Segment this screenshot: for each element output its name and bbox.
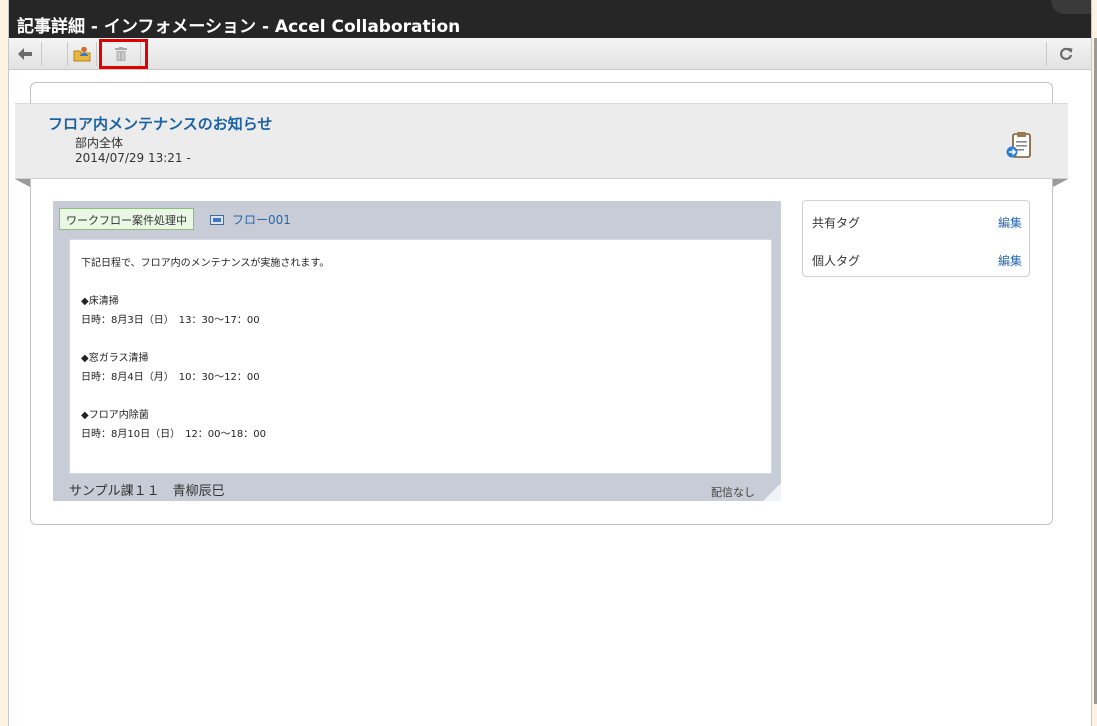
header-fold-right [1053, 179, 1068, 187]
personal-tags-row: 個人タグ 編集 [812, 252, 1022, 269]
workflow-flow-link[interactable]: フロー001 [210, 211, 291, 228]
refresh-button[interactable] [1054, 42, 1078, 66]
arrow-left-icon [18, 48, 32, 60]
clipboard-action-button[interactable] [1006, 131, 1032, 159]
shared-tags-label: 共有タグ [812, 216, 861, 230]
personal-tags-edit-link[interactable]: 編集 [998, 252, 1022, 269]
tags-panel: 共有タグ 編集 個人タグ 編集 [802, 200, 1030, 277]
body-blank-line [81, 330, 771, 349]
workflow-status-badge: ワークフロー案件処理中 [59, 208, 194, 230]
title-bar-corner [1051, 0, 1091, 14]
body-blank-line [81, 273, 771, 292]
toolbar [9, 38, 1091, 70]
flow-link-label: フロー001 [232, 213, 291, 227]
toolbar-divider [1046, 42, 1047, 66]
body-panel-fold [763, 483, 781, 501]
shared-tags-row: 共有タグ 編集 [812, 214, 1022, 231]
flow-document-icon [210, 214, 224, 225]
toolbar-divider [41, 42, 42, 66]
article-group: 部内全体 [75, 136, 124, 150]
article-author: サンプル課１１ 青柳辰巳 [69, 484, 225, 499]
back-button[interactable] [13, 42, 37, 66]
shared-tags-edit-link[interactable]: 編集 [998, 214, 1022, 231]
body-line: ◆窓ガラス清掃 [81, 353, 149, 364]
delivery-status: 配信なし [711, 486, 755, 499]
article-title: フロア内メンテナンスのお知らせ [48, 115, 273, 133]
folder-user-icon [73, 46, 91, 62]
article-body-text: 下記日程で、フロア内のメンテナンスが実施されます。 ◆床清掃 日時：8月3日（日… [69, 239, 772, 474]
toolbar-divider [96, 42, 97, 66]
clipboard-icon [1006, 132, 1031, 158]
window-title: 記事詳細 - インフォメーション - Accel Collaboration [17, 17, 461, 37]
header-fold-left [15, 179, 30, 187]
window-title-bar: 記事詳細 - インフォメーション - Accel Collaboration [9, 0, 1091, 38]
body-line: 日時：8月10日（日） 12：00～18：00 [81, 429, 266, 440]
personal-tags-label: 個人タグ [812, 254, 861, 268]
body-line: 下記日程で、フロア内のメンテナンスが実施されます。 [81, 258, 330, 269]
body-line: 日時：8月4日（月） 10：30～12：00 [81, 372, 260, 383]
body-line: ◆フロア内除菌 [81, 410, 149, 421]
article-date: 2014/07/29 13:21 - [75, 151, 191, 165]
body-line: ◆床清掃 [81, 296, 119, 307]
body-line: 日時：8月3日（日） 13：30～17：00 [81, 315, 260, 326]
body-blank-line [81, 387, 771, 406]
refresh-icon [1060, 47, 1073, 60]
edit-button[interactable] [70, 42, 94, 66]
delete-highlight-frame [99, 39, 148, 69]
toolbar-divider [67, 42, 68, 66]
